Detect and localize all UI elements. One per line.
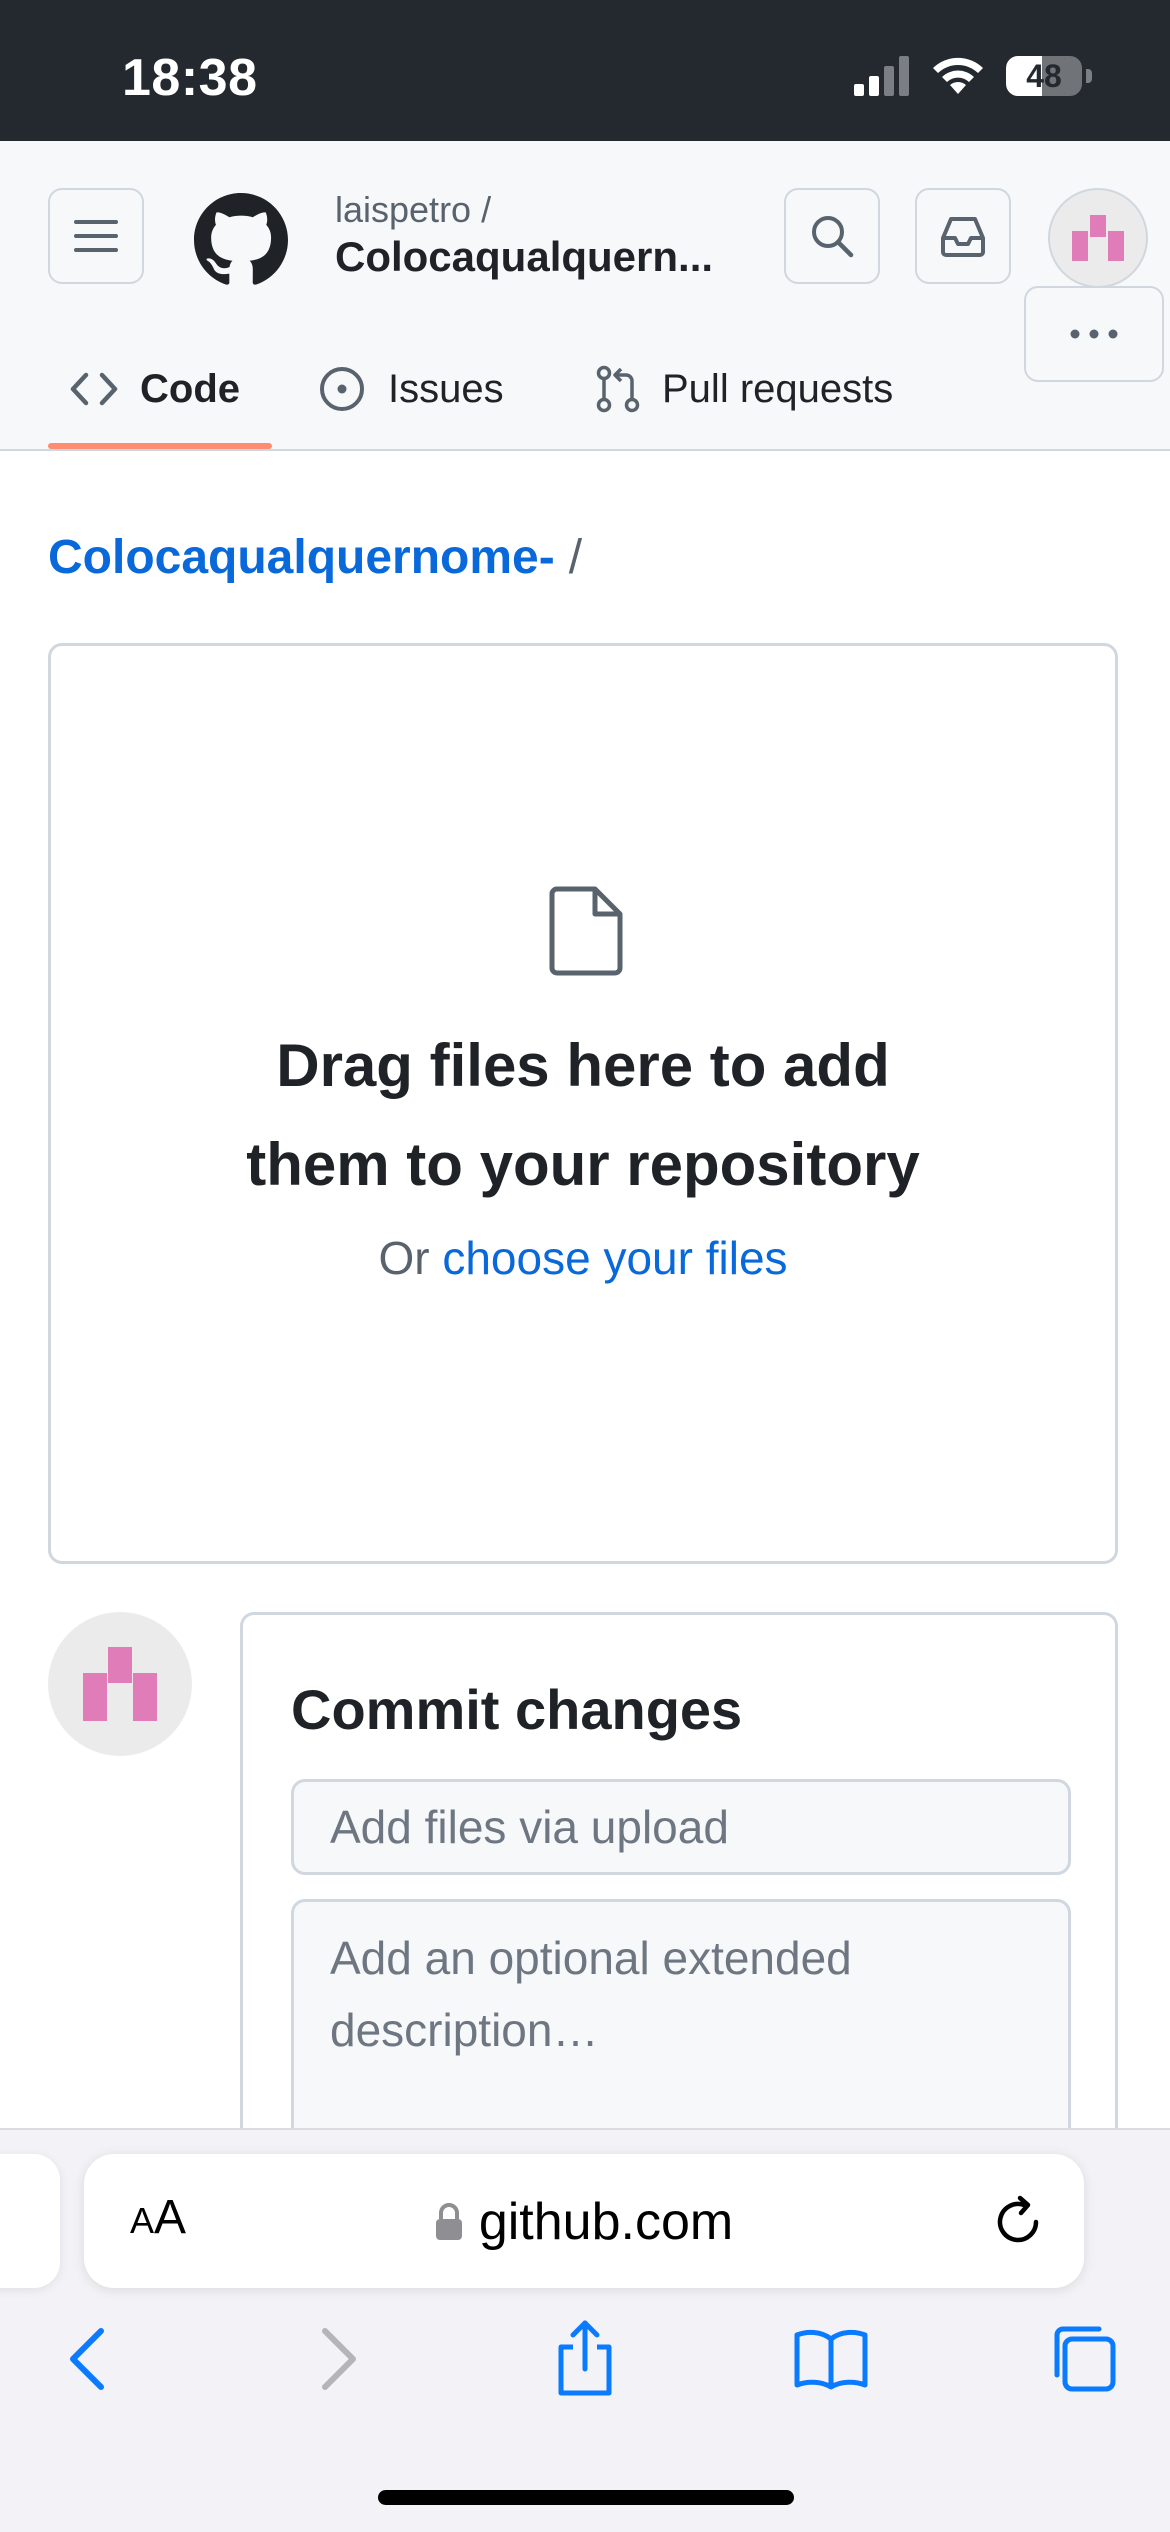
share-icon [558,2320,612,2396]
github-logo[interactable] [194,193,288,287]
back-icon [70,2328,104,2390]
inbox-icon [941,217,985,257]
bookmarks-icon [794,2329,868,2390]
forward-button[interactable] [294,2314,384,2404]
identicon-avatar [83,1647,157,1721]
home-indicator [378,2490,794,2505]
menu-button[interactable] [48,188,144,284]
code-icon [70,372,118,406]
repo-tabs: Code Issues Pull requests [0,327,1170,451]
breadcrumb: Colocaqualquernome- / [48,530,582,585]
avatar[interactable] [1048,188,1148,288]
identicon-avatar [1072,215,1124,261]
commit-description-textarea[interactable] [291,1899,1071,2159]
issue-opened-icon [320,367,364,411]
file-dropzone[interactable]: Drag files here to add them to your repo… [48,643,1118,1564]
tab-pull-requests[interactable]: Pull requests [596,327,893,451]
kebab-horizontal-icon [1070,329,1118,339]
menu-icon [74,220,118,252]
tab-issues-label: Issues [388,366,504,411]
status-icons: 48 [854,52,1092,100]
more-tabs-button[interactable] [1024,286,1164,382]
commit-changes-panel: Commit changes [240,1612,1118,2159]
tabs-button[interactable] [1036,2314,1126,2404]
tabs-icon [1054,2326,1116,2392]
share-button[interactable] [540,2314,630,2404]
dropzone-title: Drag files here to add them to your repo… [246,1032,920,1198]
repo-owner[interactable]: laispetro / [335,189,491,231]
inbox-button[interactable] [915,188,1011,284]
status-time: 18:38 [122,49,258,107]
cellular-signal-icon [854,56,909,96]
bookmarks-button[interactable] [786,2314,876,2404]
battery-icon: 48 [1006,56,1082,96]
choose-files-link[interactable]: choose your files [442,1232,787,1284]
forward-icon [322,2328,356,2390]
status-bar: 18:38 48 [0,0,1170,141]
wifi-icon [933,57,983,94]
tab-issues[interactable]: Issues [318,327,504,451]
back-button[interactable] [42,2314,132,2404]
tab-code-label: Code [140,366,240,411]
commit-title: Commit changes [291,1678,743,1741]
url-display: github.com [84,2192,1084,2252]
search-button[interactable] [784,188,880,284]
file-icon [549,886,623,976]
tab-pull-requests-label: Pull requests [662,366,894,411]
commit-summary-input[interactable] [291,1779,1071,1875]
repo-name[interactable]: Colocaqualquern... [335,233,713,281]
breadcrumb-separator: / [568,531,583,584]
search-icon [812,216,854,258]
breadcrumb-repo-link[interactable]: Colocaqualquernome- [48,531,555,584]
git-pull-request-icon [596,365,640,413]
github-header: laispetro / Colocaqualquern... Code Issu… [0,141,1170,451]
lock-icon [435,2203,462,2240]
selected-tab-indicator [48,443,272,449]
previous-tab-peek[interactable] [0,2154,60,2288]
tab-code[interactable]: Code [70,327,240,451]
dropzone-or-text: Or [378,1232,443,1284]
dropzone-subtitle: Or choose your files [51,1231,1115,1285]
reload-icon[interactable] [990,2194,1046,2250]
commit-avatar [48,1612,192,1756]
address-bar[interactable]: AA github.com [84,2154,1084,2288]
battery-percentage: 48 [1026,57,1062,94]
url-text: github.com [478,2193,734,2251]
